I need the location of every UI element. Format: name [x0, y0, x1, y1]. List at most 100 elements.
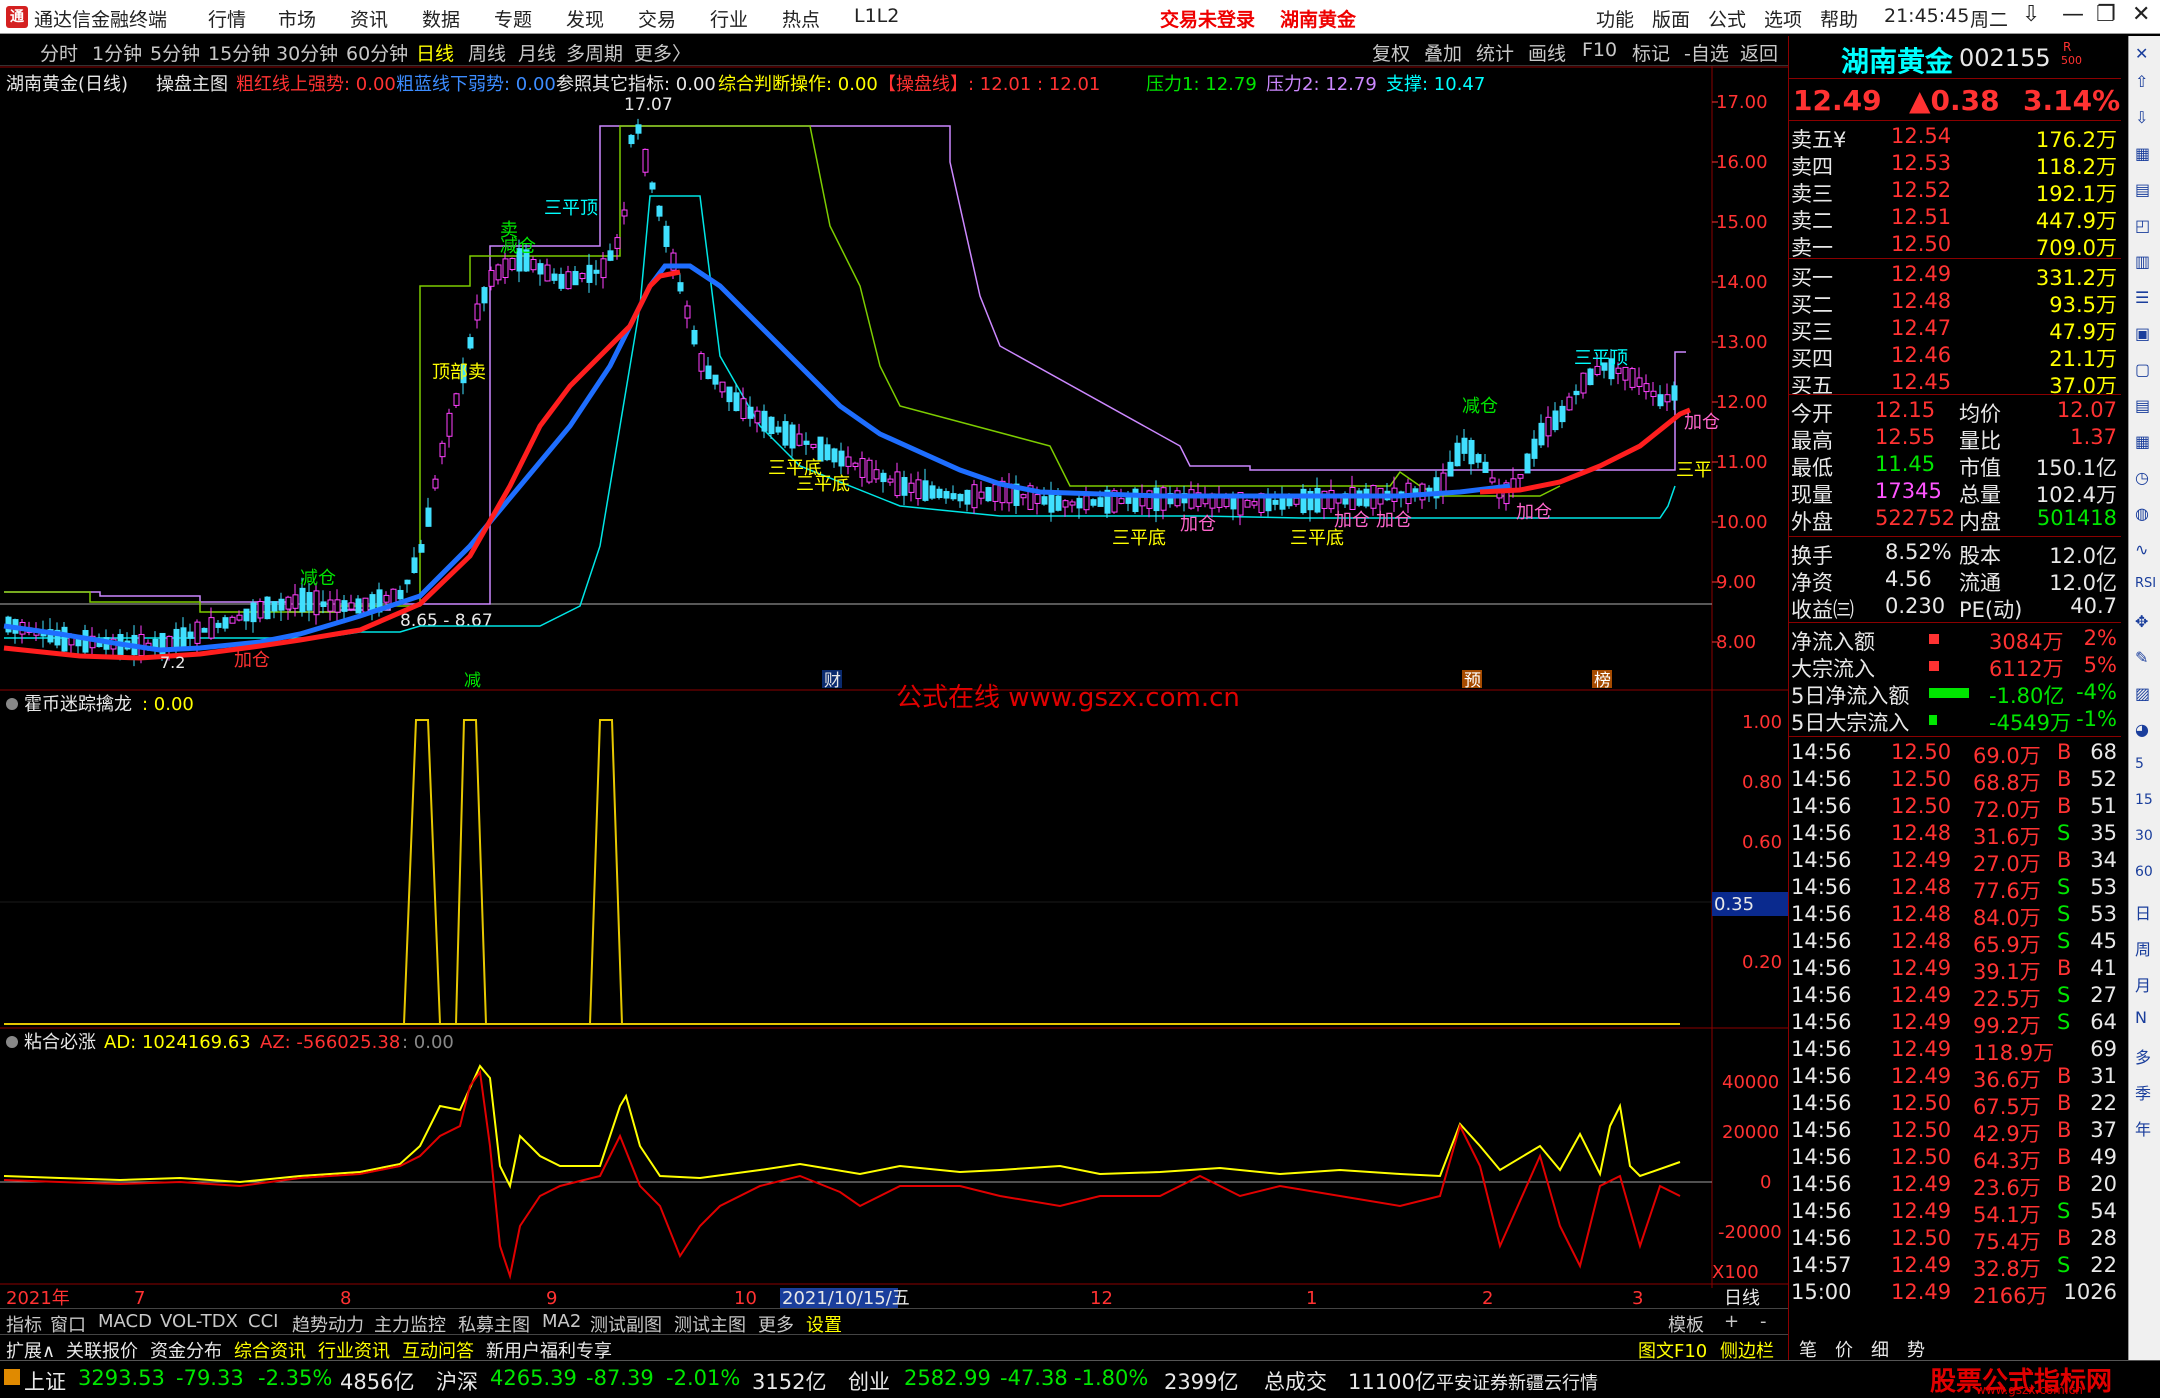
- candle-body: [782, 421, 789, 446]
- sidebar-month[interactable]: 月: [2135, 972, 2151, 996]
- menu-discover[interactable]: 发现: [566, 5, 604, 32]
- menu-market[interactable]: 行情: [208, 5, 246, 32]
- sub1-title[interactable]: 霍币迷踪擒龙: [24, 694, 132, 715]
- sidebar-season[interactable]: 季: [2135, 1080, 2151, 1104]
- grid-icon[interactable]: ▦: [2135, 144, 2150, 163]
- menu-topic[interactable]: 专题: [494, 5, 532, 32]
- sidebar-multi[interactable]: 多: [2135, 1044, 2151, 1068]
- menu-industry[interactable]: 行业: [710, 5, 748, 32]
- period-5min[interactable]: 5分钟: [150, 39, 200, 66]
- menu-options[interactable]: 选项: [1764, 5, 1802, 32]
- tab-ma2[interactable]: MA2: [542, 1311, 581, 1332]
- clock-icon[interactable]: ◷: [2135, 468, 2149, 487]
- index-sh-name[interactable]: 上证: [24, 1366, 66, 1396]
- index-cy-name[interactable]: 创业: [848, 1366, 890, 1396]
- panel-options-icon[interactable]: [6, 1036, 18, 1048]
- price-tick: 16.00: [1716, 152, 1768, 173]
- event-marker[interactable]: 预: [1464, 671, 1481, 691]
- sidebar-year[interactable]: 年: [2135, 1116, 2151, 1140]
- sidebar-close-icon[interactable]: ✕: [2135, 44, 2148, 63]
- menu-trade[interactable]: 交易: [638, 5, 676, 32]
- minimize-icon[interactable]: —: [2062, 2, 2084, 27]
- remove-panel-button[interactable]: -: [1760, 1311, 1767, 1332]
- menu-function[interactable]: 功能: [1596, 5, 1634, 32]
- table-icon[interactable]: ▤: [2135, 180, 2150, 199]
- move-icon[interactable]: ✥: [2135, 612, 2148, 631]
- tab-price[interactable]: 价: [1835, 1336, 1853, 1362]
- signal-label: 加仓: [1684, 412, 1720, 433]
- period-15min[interactable]: 15分钟: [208, 39, 270, 66]
- sidebar-day[interactable]: 日: [2135, 900, 2151, 924]
- btn-remove-watch[interactable]: -自选: [1684, 39, 1729, 66]
- btn-rights[interactable]: 复权: [1372, 39, 1410, 66]
- menu-help[interactable]: 帮助: [1820, 5, 1858, 32]
- period-30min[interactable]: 30分钟: [276, 39, 338, 66]
- tab-cci[interactable]: CCI: [248, 1311, 278, 1332]
- sidebar-n[interactable]: N: [2135, 1008, 2147, 1027]
- menu-hot[interactable]: 热点: [782, 5, 820, 32]
- restore-icon[interactable]: ❐: [2096, 2, 2116, 27]
- candle-body: [1251, 501, 1258, 506]
- menu-formula[interactable]: 公式: [1708, 5, 1746, 32]
- tab-tick[interactable]: 笔: [1799, 1336, 1817, 1362]
- candle-body: [1657, 394, 1664, 407]
- period-1min[interactable]: 1分钟: [92, 39, 142, 66]
- list-icon[interactable]: ☰: [2135, 288, 2149, 307]
- event-marker[interactable]: 减: [464, 671, 481, 691]
- period-monthly[interactable]: 月线: [518, 39, 556, 66]
- menu-exchange[interactable]: 市场: [278, 5, 316, 32]
- rsi-icon[interactable]: RSI: [2135, 576, 2156, 591]
- f10-icon[interactable]: ▣: [2135, 324, 2150, 343]
- tab-detail[interactable]: 细: [1871, 1336, 1889, 1362]
- btn-draw[interactable]: 画线: [1528, 39, 1566, 66]
- arrow-down-icon[interactable]: ⇩: [2135, 108, 2148, 127]
- period-daily[interactable]: 日线: [416, 39, 454, 66]
- calc-icon[interactable]: ▦: [2135, 432, 2150, 451]
- period-weekly[interactable]: 周线: [468, 39, 506, 66]
- trade-login-status[interactable]: 交易未登录: [1160, 5, 1255, 32]
- kline-icon[interactable]: ▥: [2135, 252, 2150, 271]
- menu-news[interactable]: 资讯: [350, 5, 388, 32]
- period-30[interactable]: 30: [2135, 828, 2153, 844]
- dollar-icon[interactable]: ◍: [2135, 504, 2149, 523]
- btn-f10[interactable]: F10: [1582, 39, 1617, 61]
- price-tick: 10.00: [1716, 512, 1768, 533]
- image-icon[interactable]: ▨: [2135, 684, 2150, 703]
- period-5[interactable]: 5: [2135, 756, 2144, 772]
- period-60min[interactable]: 60分钟: [346, 39, 408, 66]
- tick-volume: 23.6万: [1973, 1176, 2041, 1200]
- tab-trend[interactable]: 势: [1907, 1336, 1925, 1362]
- index-hs-name[interactable]: 沪深: [436, 1366, 478, 1396]
- pen-icon[interactable]: ✎: [2135, 648, 2148, 667]
- period-multi[interactable]: 多周期: [566, 39, 623, 66]
- doc-icon[interactable]: ▤: [2135, 396, 2150, 415]
- chart-icon[interactable]: ◰: [2135, 216, 2150, 235]
- status-icon[interactable]: [4, 1369, 20, 1385]
- info-icon[interactable]: ▢: [2135, 360, 2150, 379]
- btn-mark[interactable]: 标记: [1632, 39, 1670, 66]
- period-more[interactable]: 更多〉: [634, 39, 691, 66]
- tab-vol-tdx[interactable]: VOL-TDX: [160, 1311, 238, 1332]
- menu-l1l2[interactable]: L1L2: [854, 5, 899, 27]
- close-icon[interactable]: ✕: [2132, 2, 2150, 27]
- event-marker[interactable]: 财: [824, 671, 841, 691]
- menu-layout[interactable]: 版面: [1652, 5, 1690, 32]
- sidebar-week[interactable]: 周: [2135, 936, 2151, 960]
- add-panel-button[interactable]: +: [1724, 1311, 1739, 1332]
- period-tick[interactable]: 分时: [40, 39, 78, 66]
- wave-icon[interactable]: ∿: [2135, 540, 2148, 559]
- download-icon[interactable]: ⇩: [2022, 2, 2040, 27]
- pie-icon[interactable]: ◕: [2135, 720, 2149, 739]
- btn-stats[interactable]: 统计: [1476, 39, 1514, 66]
- period-60[interactable]: 60: [2135, 864, 2153, 880]
- chart-area[interactable]: 8.65 - 8.67 17.00 16.00 15.00 14.00 13.0…: [0, 66, 1788, 1308]
- event-marker[interactable]: 榜: [1594, 671, 1611, 691]
- tab-macd[interactable]: MACD: [98, 1311, 152, 1332]
- btn-overlay[interactable]: 叠加: [1424, 39, 1462, 66]
- btn-back[interactable]: 返回: [1740, 39, 1778, 66]
- sub2-title[interactable]: 粘合必涨: [24, 1032, 96, 1053]
- menu-data[interactable]: 数据: [422, 5, 460, 32]
- arrow-up-icon[interactable]: ⇧: [2135, 72, 2148, 91]
- panel-options-icon[interactable]: [6, 698, 18, 710]
- period-15[interactable]: 15: [2135, 792, 2153, 808]
